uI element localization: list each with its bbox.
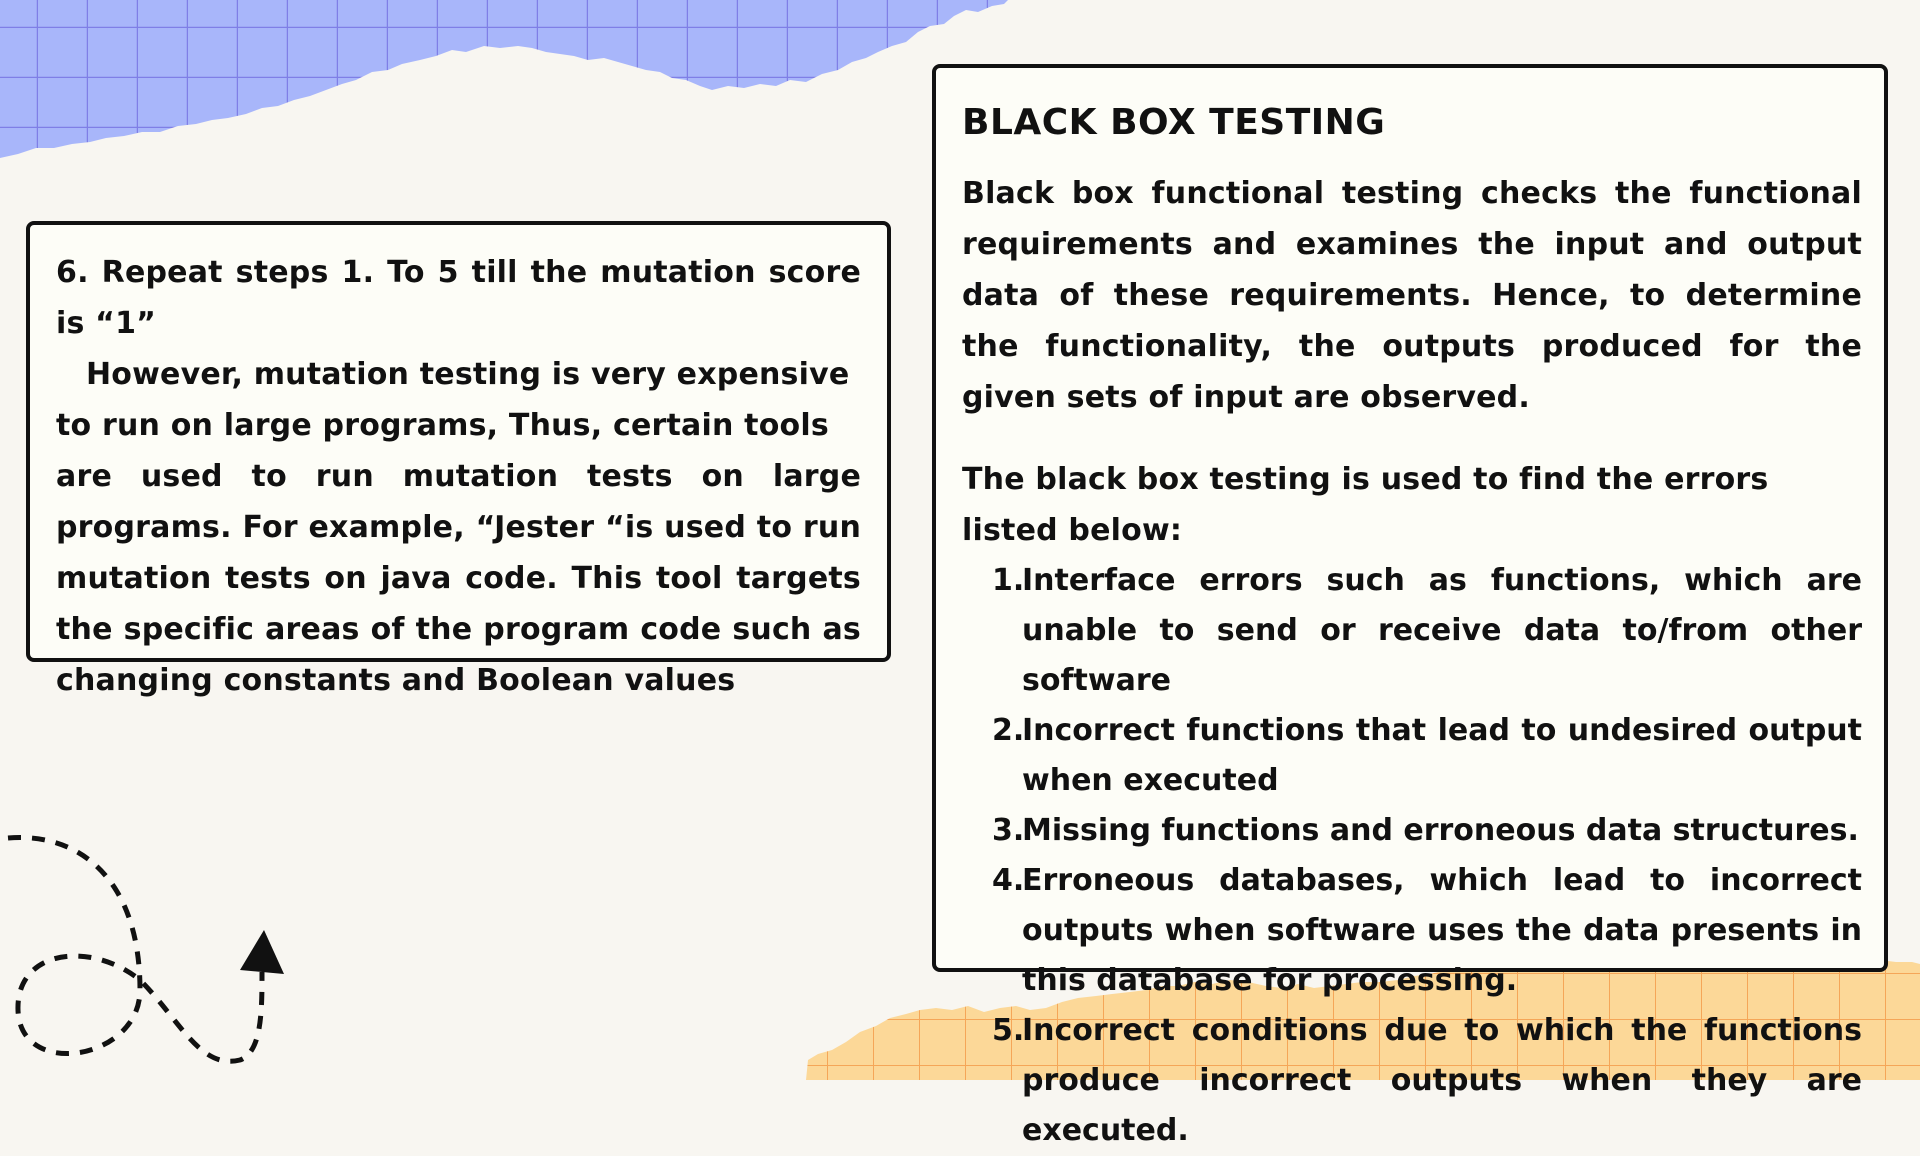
mutation-tools-text: are used to run mutation tests on large … [56,459,861,698]
list-item-text: Erroneous databases, which lead to incor… [1022,863,1862,998]
list-item-text: Incorrect conditions due to which the fu… [1022,1013,1862,1148]
mutation-cost-text: However, mutation testing is very expens… [56,357,850,443]
list-item: 1. Interface errors such as functions, wh… [962,556,1862,706]
list-item-number: 4. [992,863,1025,898]
list-item-text: Interface errors such as functions, whic… [1022,563,1862,698]
list-item-number: 2. [992,713,1025,748]
blue-grid-paper-torn [0,0,1008,158]
list-item: 5. Incorrect conditions due to which the … [962,1006,1862,1156]
list-item: 3. Missing functions and erroneous data s… [962,806,1862,856]
error-list-heading: The black box testing is used to find th… [962,462,1769,548]
dashed-loop-arrow-icon [7,835,284,1064]
list-item-number: 3. [992,813,1025,848]
black-box-title: BLACK BOX TESTING [962,102,1386,143]
list-item: 2. Incorrect functions that lead to undes… [962,706,1862,806]
list-item: 4. Erroneous databases, which lead to inc… [962,856,1862,1006]
list-item-number: 1. [992,563,1025,598]
list-item-text: Missing functions and erroneous data str… [1022,813,1859,848]
black-box-testing-card: BLACK BOX TESTING Black box functional t… [932,64,1888,1148]
black-box-intro: Black box functional testing checks the … [962,176,1862,415]
list-item-number: 5. [992,1013,1025,1048]
error-list: 1. Interface errors such as functions, wh… [962,556,1862,1156]
mutation-testing-card: 6. Repeat steps 1. To 5 till the mutatio… [26,221,891,698]
list-item-text: Incorrect functions that lead to undesir… [1022,713,1862,798]
step-6-text: 6. Repeat steps 1. To 5 till the mutatio… [56,255,861,341]
